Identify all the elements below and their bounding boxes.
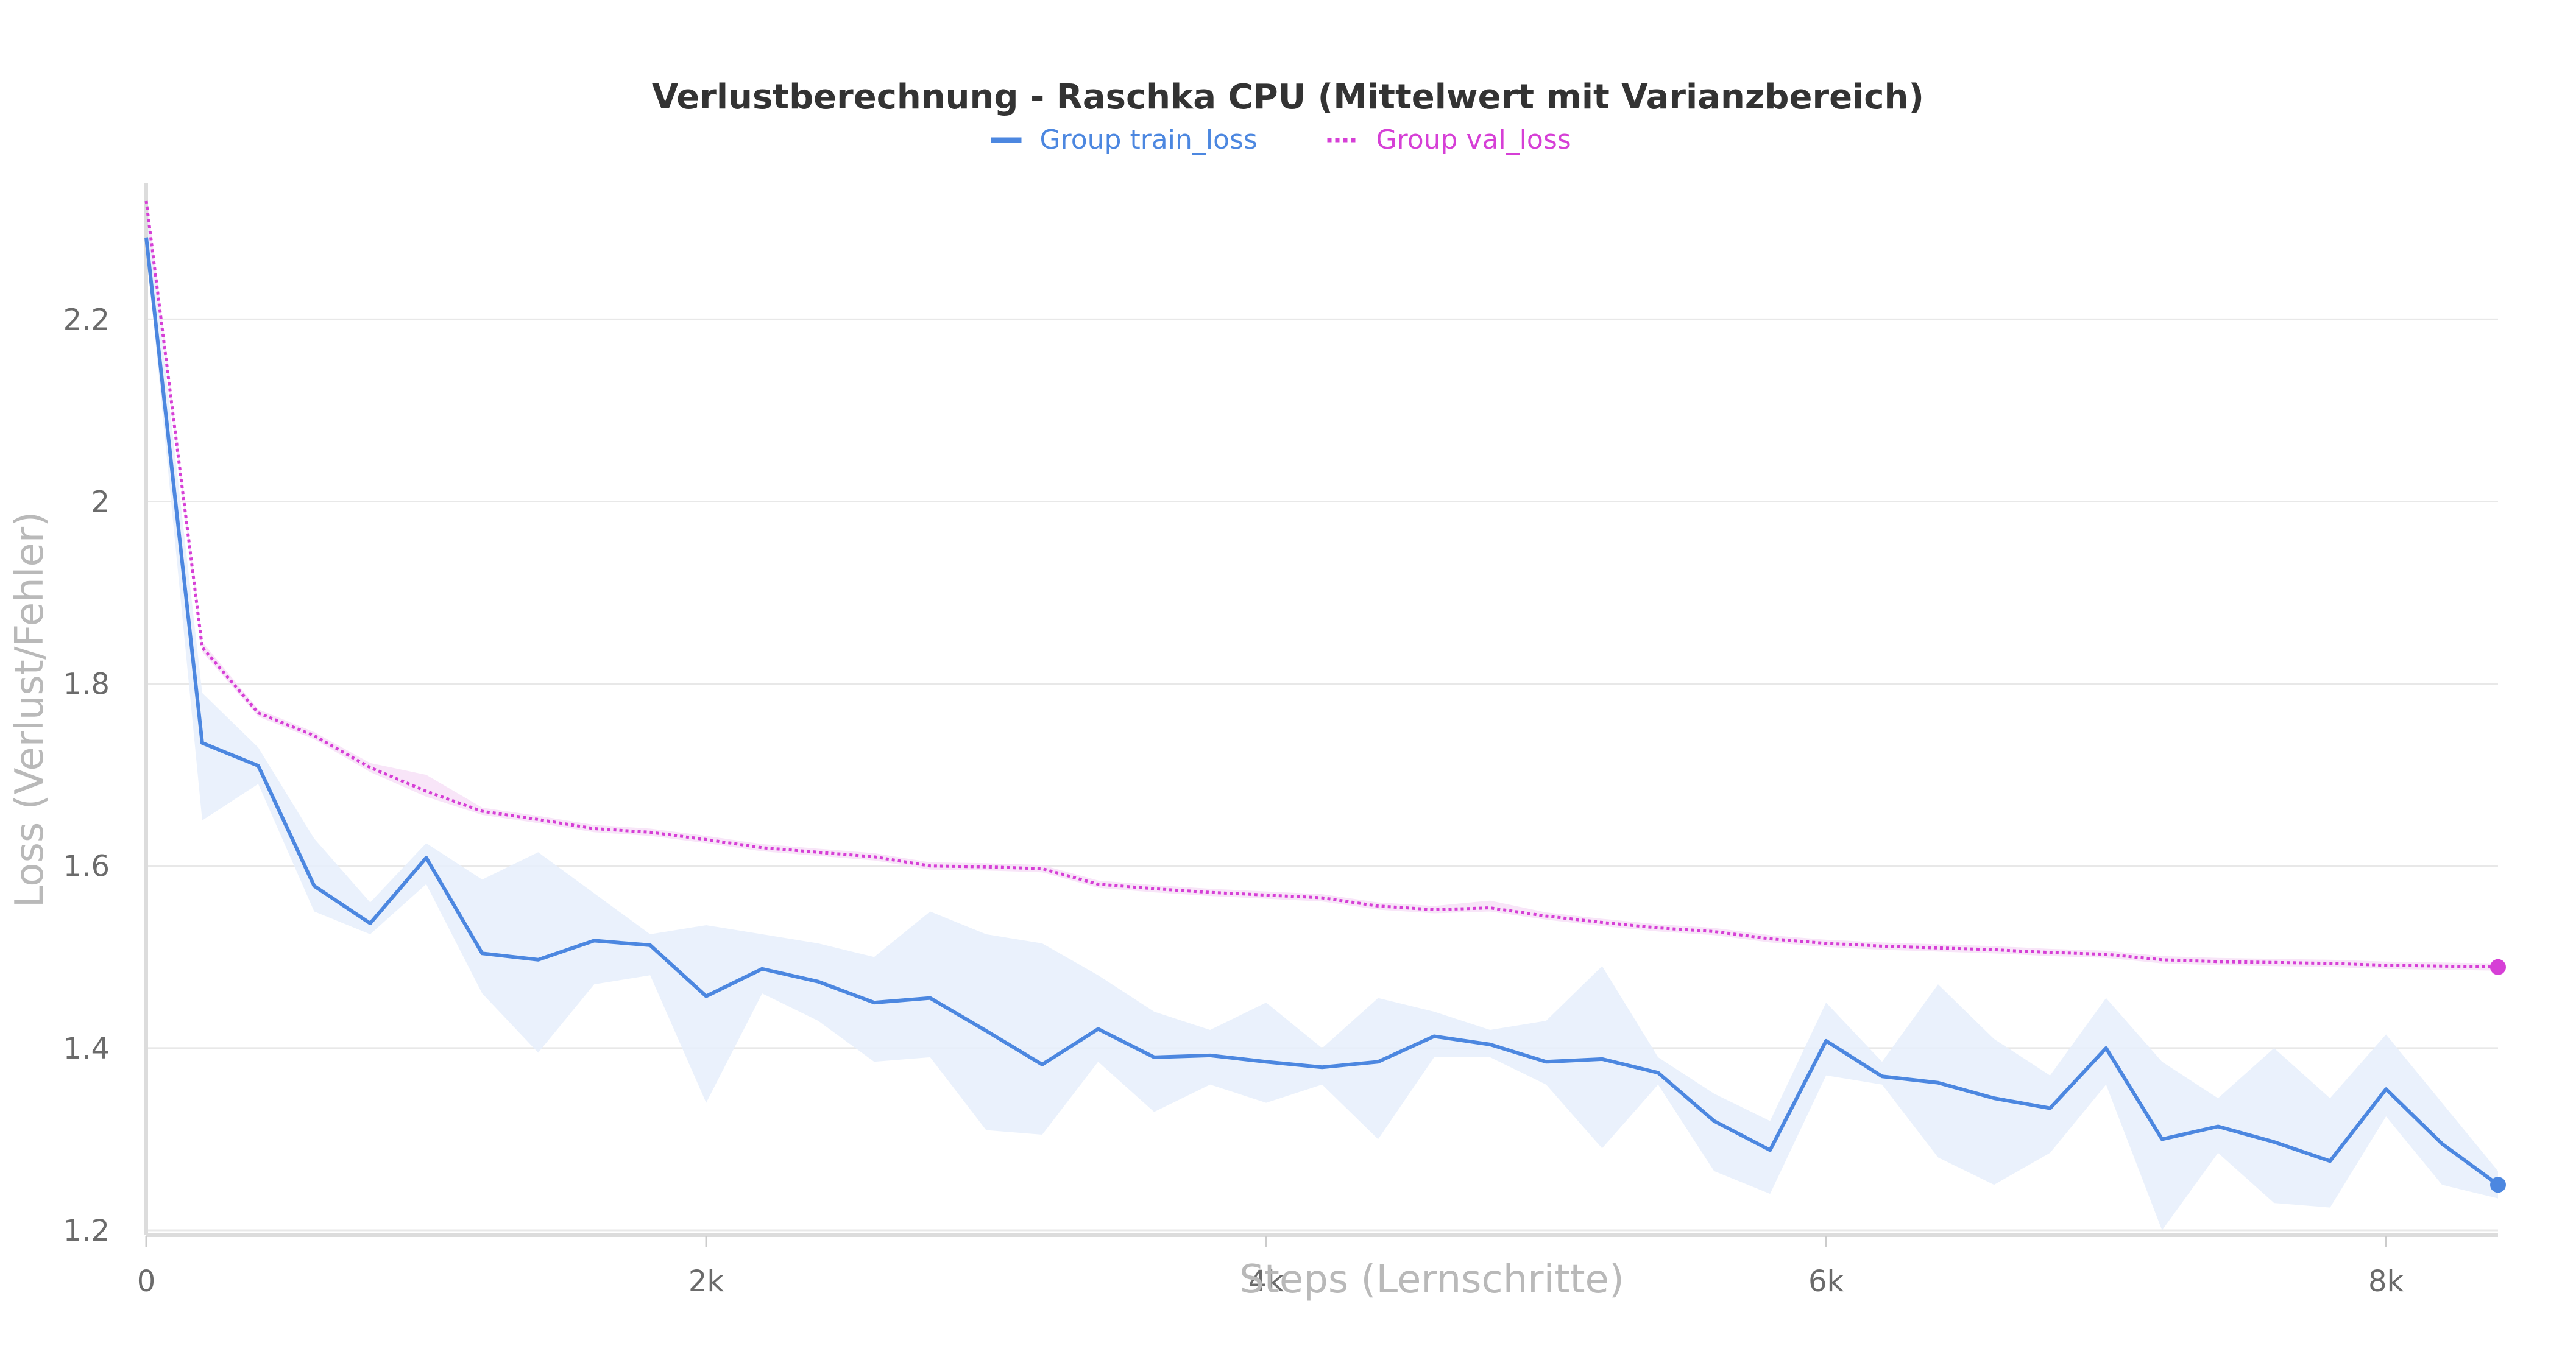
variance-band-1 [146, 191, 2498, 971]
series-end-point-0 [2490, 1177, 2506, 1193]
y-tick-label: 1.4 [63, 1032, 110, 1066]
end-markers [2490, 959, 2506, 1193]
y-axis-title: Loss (Verlust/Fehler) [7, 512, 52, 908]
series-line-1 [144, 200, 2499, 969]
x-axis-title: Steps (Lernschritte) [1239, 1257, 1624, 1302]
y-tick-label: 1.6 [63, 850, 110, 884]
y-axis-ticks: 1.2 1.4 1.6 1.8 2 2.2 [63, 303, 110, 1248]
series-lines [144, 200, 2499, 1186]
y-tick-label: 2.2 [63, 303, 110, 337]
x-tick-label: 6k [1808, 1264, 1844, 1299]
variance-band-0 [146, 200, 2498, 1230]
loss-line-chart: Verlustberechnung - Raschka CPU (Mittelw… [7, 77, 2506, 1302]
y-tick-label: 2 [91, 485, 110, 519]
variance-bands [146, 191, 2498, 1230]
x-tick-label: 8k [2368, 1264, 2404, 1299]
legend-label-0: Group train_loss [1040, 124, 1258, 155]
chart-legend: Group train_loss Group val_loss [991, 124, 1571, 155]
x-tick-label: 2k [688, 1264, 724, 1299]
chart-title: Verlustberechnung - Raschka CPU (Mittelw… [652, 77, 1924, 117]
y-tick-label: 1.2 [63, 1214, 110, 1248]
series-end-point-1 [2490, 959, 2506, 975]
x-tick-label: 0 [137, 1264, 156, 1299]
legend-label-1: Group val_loss [1376, 124, 1571, 155]
y-tick-label: 1.8 [63, 668, 110, 702]
